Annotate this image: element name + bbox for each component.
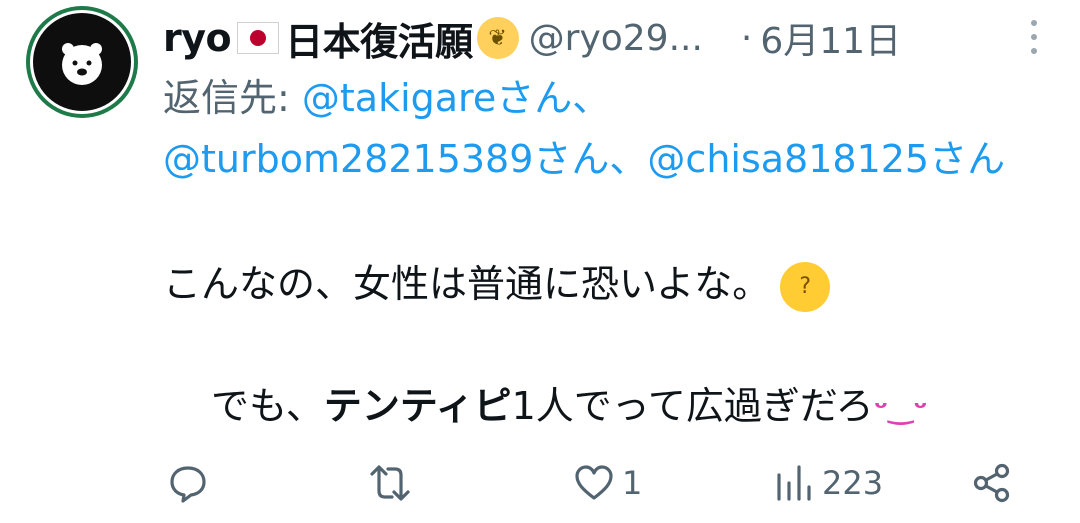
- views-count: 223: [822, 464, 884, 502]
- retweet-button[interactable]: [368, 452, 418, 514]
- reply-to-line: 返信先: @takigareさん、 @turbom28215389さん、@chi…: [163, 68, 1023, 190]
- avatar-image: [30, 10, 134, 114]
- tweet-line-1-text: こんなの、女性は普通に恐いよな。: [163, 262, 771, 306]
- tweet-line-1: こんなの、女性は普通に恐いよな。?: [163, 254, 1043, 315]
- tweet-text: こんなの、女性は普通に恐いよな。? でも、テンティピ1人でって広過ぎだろᵕ‿ᵕ: [163, 254, 1043, 439]
- separator-dot: ·: [740, 17, 753, 59]
- tweet-line-2-bold: テンティピ: [323, 384, 512, 428]
- views-bar-chart-icon: [777, 465, 811, 501]
- author-name-suffix[interactable]: 日本復活願: [285, 11, 473, 66]
- heart-icon: [575, 465, 613, 500]
- reply-icon: [170, 466, 206, 503]
- share-button[interactable]: [970, 452, 1014, 514]
- action-bar: 1 223: [0, 452, 1080, 514]
- polar-bear-icon: [62, 43, 102, 85]
- reply-button[interactable]: [166, 452, 216, 514]
- author-handle[interactable]: @ryo29...: [529, 18, 703, 59]
- mention-link[interactable]: @turbom28215389さん、: [163, 137, 647, 181]
- tweet-line-2: でも、テンティピ1人でって広過ぎだろᵕ‿ᵕ: [163, 376, 1043, 439]
- like-count: 1: [622, 464, 643, 502]
- face-hands-emoji-icon: ❦: [476, 17, 519, 59]
- mention-link[interactable]: @takigareさん、: [302, 76, 610, 120]
- share-icon: [973, 463, 1010, 503]
- retweet-icon: [370, 465, 410, 501]
- avatar[interactable]: [26, 6, 138, 118]
- japan-flag-icon: [237, 22, 280, 54]
- like-button[interactable]: 1: [572, 452, 642, 514]
- mention-link[interactable]: @chisa818125さん: [647, 137, 1005, 181]
- tweet-line-2-post: 1人でって広過ぎだろ: [511, 384, 874, 428]
- reply-to-label: 返信先:: [163, 76, 302, 120]
- tweet-date[interactable]: 6月11日: [760, 12, 901, 64]
- kissing-face-emoji-icon: ᵕ‿ᵕ: [873, 391, 928, 426]
- more-options-icon[interactable]: [1028, 20, 1040, 54]
- tweet-line-2-pre: でも、: [211, 384, 324, 428]
- thinking-face-emoji-icon: ?: [780, 261, 831, 312]
- views-button[interactable]: 223: [772, 452, 883, 514]
- tweet-header: ryo 日本復活願 ❦ @ryo29... · 6月11日: [163, 12, 970, 64]
- author-name[interactable]: ryo: [163, 16, 232, 60]
